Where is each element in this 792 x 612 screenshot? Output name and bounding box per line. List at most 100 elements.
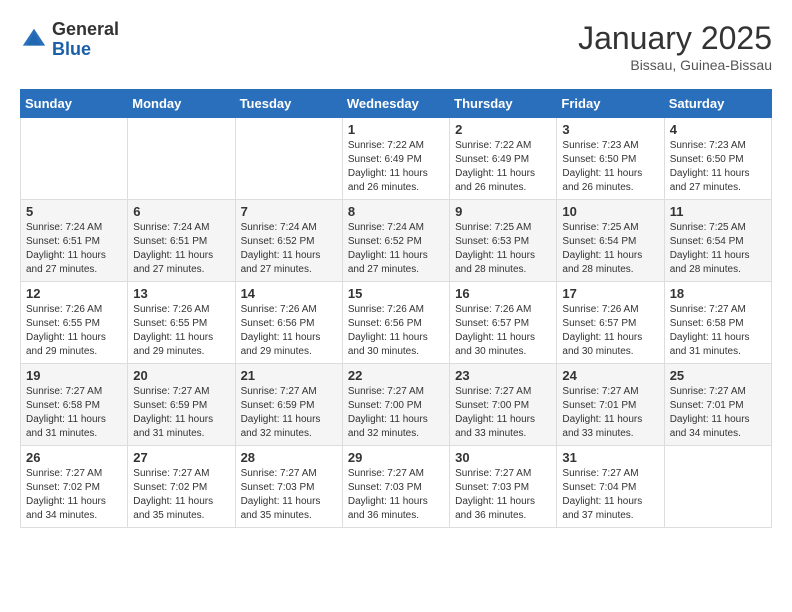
calendar-cell: 7 Sunrise: 7:24 AM Sunset: 6:52 PM Daylig… xyxy=(235,200,342,282)
calendar-cell: 12Sunrise: 7:26 AM Sunset: 6:55 PM Dayli… xyxy=(21,282,128,364)
day-info: Sunrise: 7:27 AM Sunset: 7:02 PM Dayligh… xyxy=(26,467,122,523)
logo-general: General xyxy=(52,20,119,40)
day-info: Sunrise: 7:24 AM Sunset: 6:52 PM Dayligh… xyxy=(241,221,337,277)
page-header: General Blue January 2025 Bissau, Guinea… xyxy=(20,20,772,73)
day-number: 28 xyxy=(241,450,337,465)
calendar-week-row: 19 Sunrise: 7:27 AM Sunset: 6:58 PM Dayli… xyxy=(21,364,772,446)
day-info: Sunrise: 7:24 AM Sunset: 6:51 PM Dayligh… xyxy=(133,221,229,277)
calendar-week-row: 1Sunrise: 7:22 AM Sunset: 6:49 PM Daylig… xyxy=(21,118,772,200)
day-info: Sunrise: 7:27 AM Sunset: 6:59 PM Dayligh… xyxy=(133,385,229,441)
day-number: 29 xyxy=(348,450,444,465)
calendar-day-header: Wednesday xyxy=(342,90,449,118)
day-info: Sunrise: 7:27 AM Sunset: 6:59 PM Dayligh… xyxy=(241,385,337,441)
day-number: 14 xyxy=(241,286,337,301)
day-number: 24 xyxy=(562,368,658,383)
calendar-cell: 14 Sunrise: 7:26 AM Sunset: 6:56 PM Dayli… xyxy=(235,282,342,364)
day-number: 10 xyxy=(562,204,658,219)
day-info: Sunrise: 7:25 AM Sunset: 6:54 PM Dayligh… xyxy=(562,221,658,277)
calendar-day-header: Monday xyxy=(128,90,235,118)
day-info: Sunrise: 7:27 AM Sunset: 7:03 PM Dayligh… xyxy=(348,467,444,523)
day-info: Sunrise: 7:27 AM Sunset: 7:00 PM Dayligh… xyxy=(455,385,551,441)
calendar-header-row: SundayMondayTuesdayWednesdayThursdayFrid… xyxy=(21,90,772,118)
day-info: Sunrise: 7:26 AM Sunset: 6:56 PM Dayligh… xyxy=(348,303,444,359)
day-info: Sunrise: 7:27 AM Sunset: 7:01 PM Dayligh… xyxy=(670,385,766,441)
calendar-day-header: Thursday xyxy=(450,90,557,118)
calendar-cell: 28 Sunrise: 7:27 AM Sunset: 7:03 PM Dayli… xyxy=(235,446,342,528)
day-number: 13 xyxy=(133,286,229,301)
calendar-cell: 19 Sunrise: 7:27 AM Sunset: 6:58 PM Dayli… xyxy=(21,364,128,446)
calendar-cell: 22 Sunrise: 7:27 AM Sunset: 7:00 PM Dayli… xyxy=(342,364,449,446)
day-number: 27 xyxy=(133,450,229,465)
calendar-cell: 11 Sunrise: 7:25 AM Sunset: 6:54 PM Dayli… xyxy=(664,200,771,282)
day-info: Sunrise: 7:27 AM Sunset: 7:02 PM Dayligh… xyxy=(133,467,229,523)
day-number: 6 xyxy=(133,204,229,219)
day-info: Sunrise: 7:26 AM Sunset: 6:55 PM Dayligh… xyxy=(133,303,229,359)
day-info: Sunrise: 7:26 AM Sunset: 6:56 PM Dayligh… xyxy=(241,303,337,359)
day-number: 17 xyxy=(562,286,658,301)
calendar-cell: 9 Sunrise: 7:25 AM Sunset: 6:53 PM Daylig… xyxy=(450,200,557,282)
calendar-cell: 13 Sunrise: 7:26 AM Sunset: 6:55 PM Dayli… xyxy=(128,282,235,364)
calendar-cell: 20 Sunrise: 7:27 AM Sunset: 6:59 PM Dayli… xyxy=(128,364,235,446)
logo-blue: Blue xyxy=(52,40,119,60)
calendar-cell: 18Sunrise: 7:27 AM Sunset: 6:58 PM Dayli… xyxy=(664,282,771,364)
day-info: Sunrise: 7:22 AM Sunset: 6:49 PM Dayligh… xyxy=(348,139,444,195)
calendar-week-row: 26 Sunrise: 7:27 AM Sunset: 7:02 PM Dayli… xyxy=(21,446,772,528)
calendar-cell: 6 Sunrise: 7:24 AM Sunset: 6:51 PM Daylig… xyxy=(128,200,235,282)
day-info: Sunrise: 7:27 AM Sunset: 7:03 PM Dayligh… xyxy=(455,467,551,523)
day-info: Sunrise: 7:25 AM Sunset: 6:53 PM Dayligh… xyxy=(455,221,551,277)
day-number: 26 xyxy=(26,450,122,465)
day-number: 15 xyxy=(348,286,444,301)
day-number: 3 xyxy=(562,122,658,137)
day-number: 20 xyxy=(133,368,229,383)
day-number: 4 xyxy=(670,122,766,137)
day-number: 22 xyxy=(348,368,444,383)
day-info: Sunrise: 7:22 AM Sunset: 6:49 PM Dayligh… xyxy=(455,139,551,195)
day-info: Sunrise: 7:24 AM Sunset: 6:52 PM Dayligh… xyxy=(348,221,444,277)
calendar-day-header: Saturday xyxy=(664,90,771,118)
day-number: 9 xyxy=(455,204,551,219)
calendar-table: SundayMondayTuesdayWednesdayThursdayFrid… xyxy=(20,89,772,528)
calendar-cell: 21Sunrise: 7:27 AM Sunset: 6:59 PM Dayli… xyxy=(235,364,342,446)
calendar-cell xyxy=(21,118,128,200)
day-info: Sunrise: 7:25 AM Sunset: 6:54 PM Dayligh… xyxy=(670,221,766,277)
calendar-cell: 26 Sunrise: 7:27 AM Sunset: 7:02 PM Dayli… xyxy=(21,446,128,528)
day-number: 11 xyxy=(670,204,766,219)
calendar-week-row: 5 Sunrise: 7:24 AM Sunset: 6:51 PM Daylig… xyxy=(21,200,772,282)
day-number: 2 xyxy=(455,122,551,137)
calendar-cell: 24 Sunrise: 7:27 AM Sunset: 7:01 PM Dayli… xyxy=(557,364,664,446)
calendar-cell: 15 Sunrise: 7:26 AM Sunset: 6:56 PM Dayli… xyxy=(342,282,449,364)
calendar-cell xyxy=(664,446,771,528)
day-number: 25 xyxy=(670,368,766,383)
day-number: 31 xyxy=(562,450,658,465)
calendar-day-header: Friday xyxy=(557,90,664,118)
calendar-cell: 23 Sunrise: 7:27 AM Sunset: 7:00 PM Dayli… xyxy=(450,364,557,446)
day-info: Sunrise: 7:27 AM Sunset: 7:01 PM Dayligh… xyxy=(562,385,658,441)
day-number: 5 xyxy=(26,204,122,219)
day-info: Sunrise: 7:23 AM Sunset: 6:50 PM Dayligh… xyxy=(562,139,658,195)
day-info: Sunrise: 7:23 AM Sunset: 6:50 PM Dayligh… xyxy=(670,139,766,195)
calendar-cell: 5Sunrise: 7:24 AM Sunset: 6:51 PM Daylig… xyxy=(21,200,128,282)
day-info: Sunrise: 7:27 AM Sunset: 7:00 PM Dayligh… xyxy=(348,385,444,441)
logo-icon xyxy=(20,26,48,54)
day-number: 16 xyxy=(455,286,551,301)
day-info: Sunrise: 7:27 AM Sunset: 6:58 PM Dayligh… xyxy=(670,303,766,359)
calendar-week-row: 12Sunrise: 7:26 AM Sunset: 6:55 PM Dayli… xyxy=(21,282,772,364)
day-info: Sunrise: 7:27 AM Sunset: 7:03 PM Dayligh… xyxy=(241,467,337,523)
calendar-cell xyxy=(128,118,235,200)
calendar-cell: 30 Sunrise: 7:27 AM Sunset: 7:03 PM Dayli… xyxy=(450,446,557,528)
day-number: 30 xyxy=(455,450,551,465)
calendar-cell: 25 Sunrise: 7:27 AM Sunset: 7:01 PM Dayli… xyxy=(664,364,771,446)
calendar-day-header: Tuesday xyxy=(235,90,342,118)
day-number: 23 xyxy=(455,368,551,383)
day-number: 19 xyxy=(26,368,122,383)
month-title: January 2025 xyxy=(578,20,772,57)
calendar-cell: 10 Sunrise: 7:25 AM Sunset: 6:54 PM Dayli… xyxy=(557,200,664,282)
calendar-cell: 4 Sunrise: 7:23 AM Sunset: 6:50 PM Daylig… xyxy=(664,118,771,200)
calendar-cell: 29 Sunrise: 7:27 AM Sunset: 7:03 PM Dayli… xyxy=(342,446,449,528)
location: Bissau, Guinea-Bissau xyxy=(578,57,772,73)
day-number: 7 xyxy=(241,204,337,219)
day-info: Sunrise: 7:26 AM Sunset: 6:55 PM Dayligh… xyxy=(26,303,122,359)
day-info: Sunrise: 7:27 AM Sunset: 6:58 PM Dayligh… xyxy=(26,385,122,441)
calendar-cell: 17Sunrise: 7:26 AM Sunset: 6:57 PM Dayli… xyxy=(557,282,664,364)
day-info: Sunrise: 7:26 AM Sunset: 6:57 PM Dayligh… xyxy=(455,303,551,359)
